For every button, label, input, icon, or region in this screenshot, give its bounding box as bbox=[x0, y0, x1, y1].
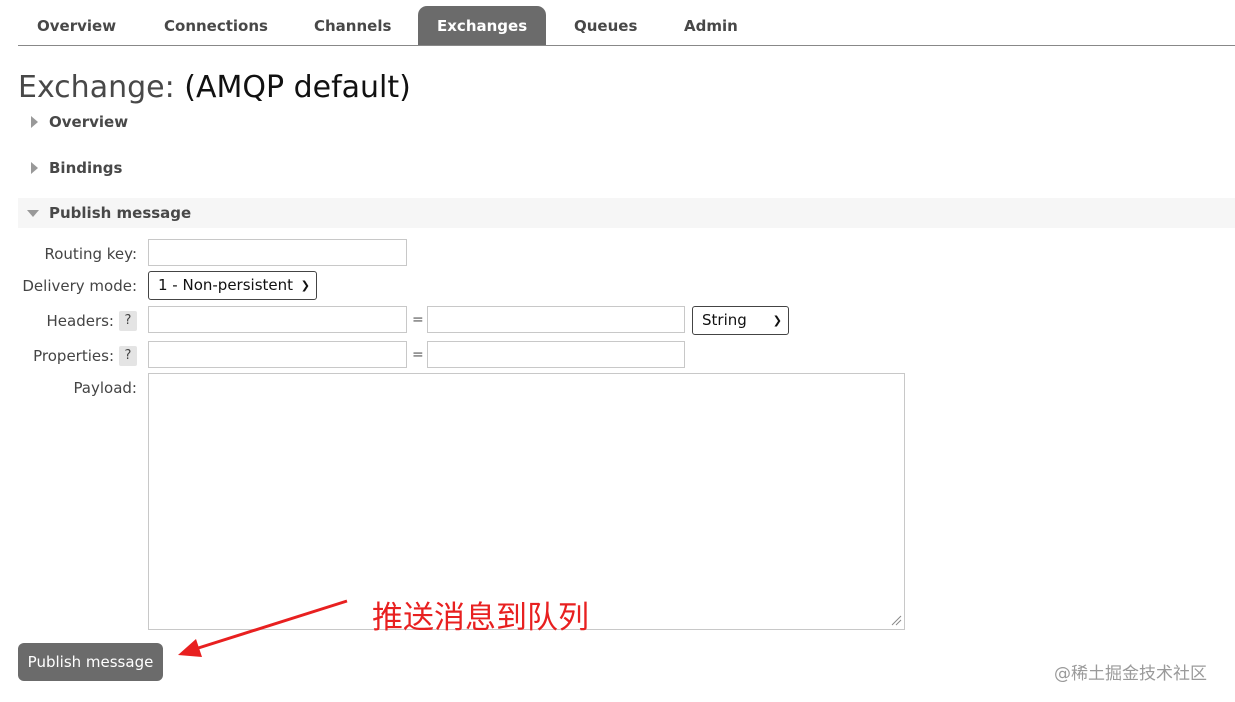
headers-label: Headers: bbox=[46, 312, 115, 330]
annotation-arrow-icon bbox=[178, 599, 348, 657]
payload-label: Payload: bbox=[73, 379, 137, 397]
page-title-prefix: Exchange: bbox=[18, 70, 175, 105]
tab-queues[interactable]: Queues bbox=[555, 6, 656, 45]
chevron-down-icon: ❯ bbox=[772, 314, 782, 327]
section-overview-label: Overview bbox=[49, 113, 129, 131]
tab-connections[interactable]: Connections bbox=[145, 6, 287, 45]
expand-arrow-icon bbox=[31, 116, 38, 128]
headers-equals: = bbox=[412, 312, 424, 328]
section-publish-message[interactable]: Publish message bbox=[18, 198, 1235, 228]
delivery-mode-label: Delivery mode: bbox=[22, 277, 137, 295]
tab-overview[interactable]: Overview bbox=[18, 6, 135, 45]
section-bindings-label: Bindings bbox=[49, 159, 123, 177]
tab-exchanges[interactable]: Exchanges bbox=[418, 6, 547, 45]
properties-help-button[interactable]: ? bbox=[119, 346, 137, 366]
properties-value-input[interactable] bbox=[427, 341, 685, 368]
resize-grip-icon[interactable] bbox=[890, 614, 902, 626]
section-publish-label: Publish message bbox=[49, 204, 192, 222]
tab-admin[interactable]: Admin bbox=[665, 6, 757, 45]
expand-arrow-icon bbox=[31, 162, 38, 174]
collapse-arrow-icon bbox=[27, 210, 39, 217]
exchange-name: (AMQP default) bbox=[184, 70, 411, 105]
headers-help-button[interactable]: ? bbox=[119, 311, 137, 331]
section-bindings[interactable]: Bindings bbox=[18, 153, 1235, 183]
top-nav: Overview Connections Channels Exchanges … bbox=[18, 6, 1235, 46]
properties-key-input[interactable] bbox=[148, 341, 407, 368]
properties-label: Properties: bbox=[33, 347, 114, 365]
delivery-mode-value: 1 - Non-persistent bbox=[158, 276, 294, 294]
chevron-down-icon: ❯ bbox=[300, 279, 310, 292]
delivery-mode-select[interactable]: 1 - Non-persistent ❯ bbox=[148, 271, 317, 300]
headers-type-select[interactable]: String ❯ bbox=[692, 306, 789, 335]
section-overview[interactable]: Overview bbox=[18, 107, 1235, 137]
annotation-text: 推送消息到队列 bbox=[372, 600, 589, 636]
headers-key-input[interactable] bbox=[148, 306, 407, 333]
page-title: Exchange: (AMQP default) bbox=[18, 70, 411, 105]
routing-key-input[interactable] bbox=[148, 239, 407, 266]
watermark: @稀土掘金技术社区 bbox=[1054, 664, 1207, 684]
routing-key-label: Routing key: bbox=[44, 245, 138, 263]
properties-equals: = bbox=[412, 347, 424, 363]
headers-type-value: String bbox=[702, 311, 747, 329]
tab-channels[interactable]: Channels bbox=[295, 6, 410, 45]
headers-value-input[interactable] bbox=[427, 306, 685, 333]
publish-message-button[interactable]: Publish message bbox=[18, 643, 163, 681]
